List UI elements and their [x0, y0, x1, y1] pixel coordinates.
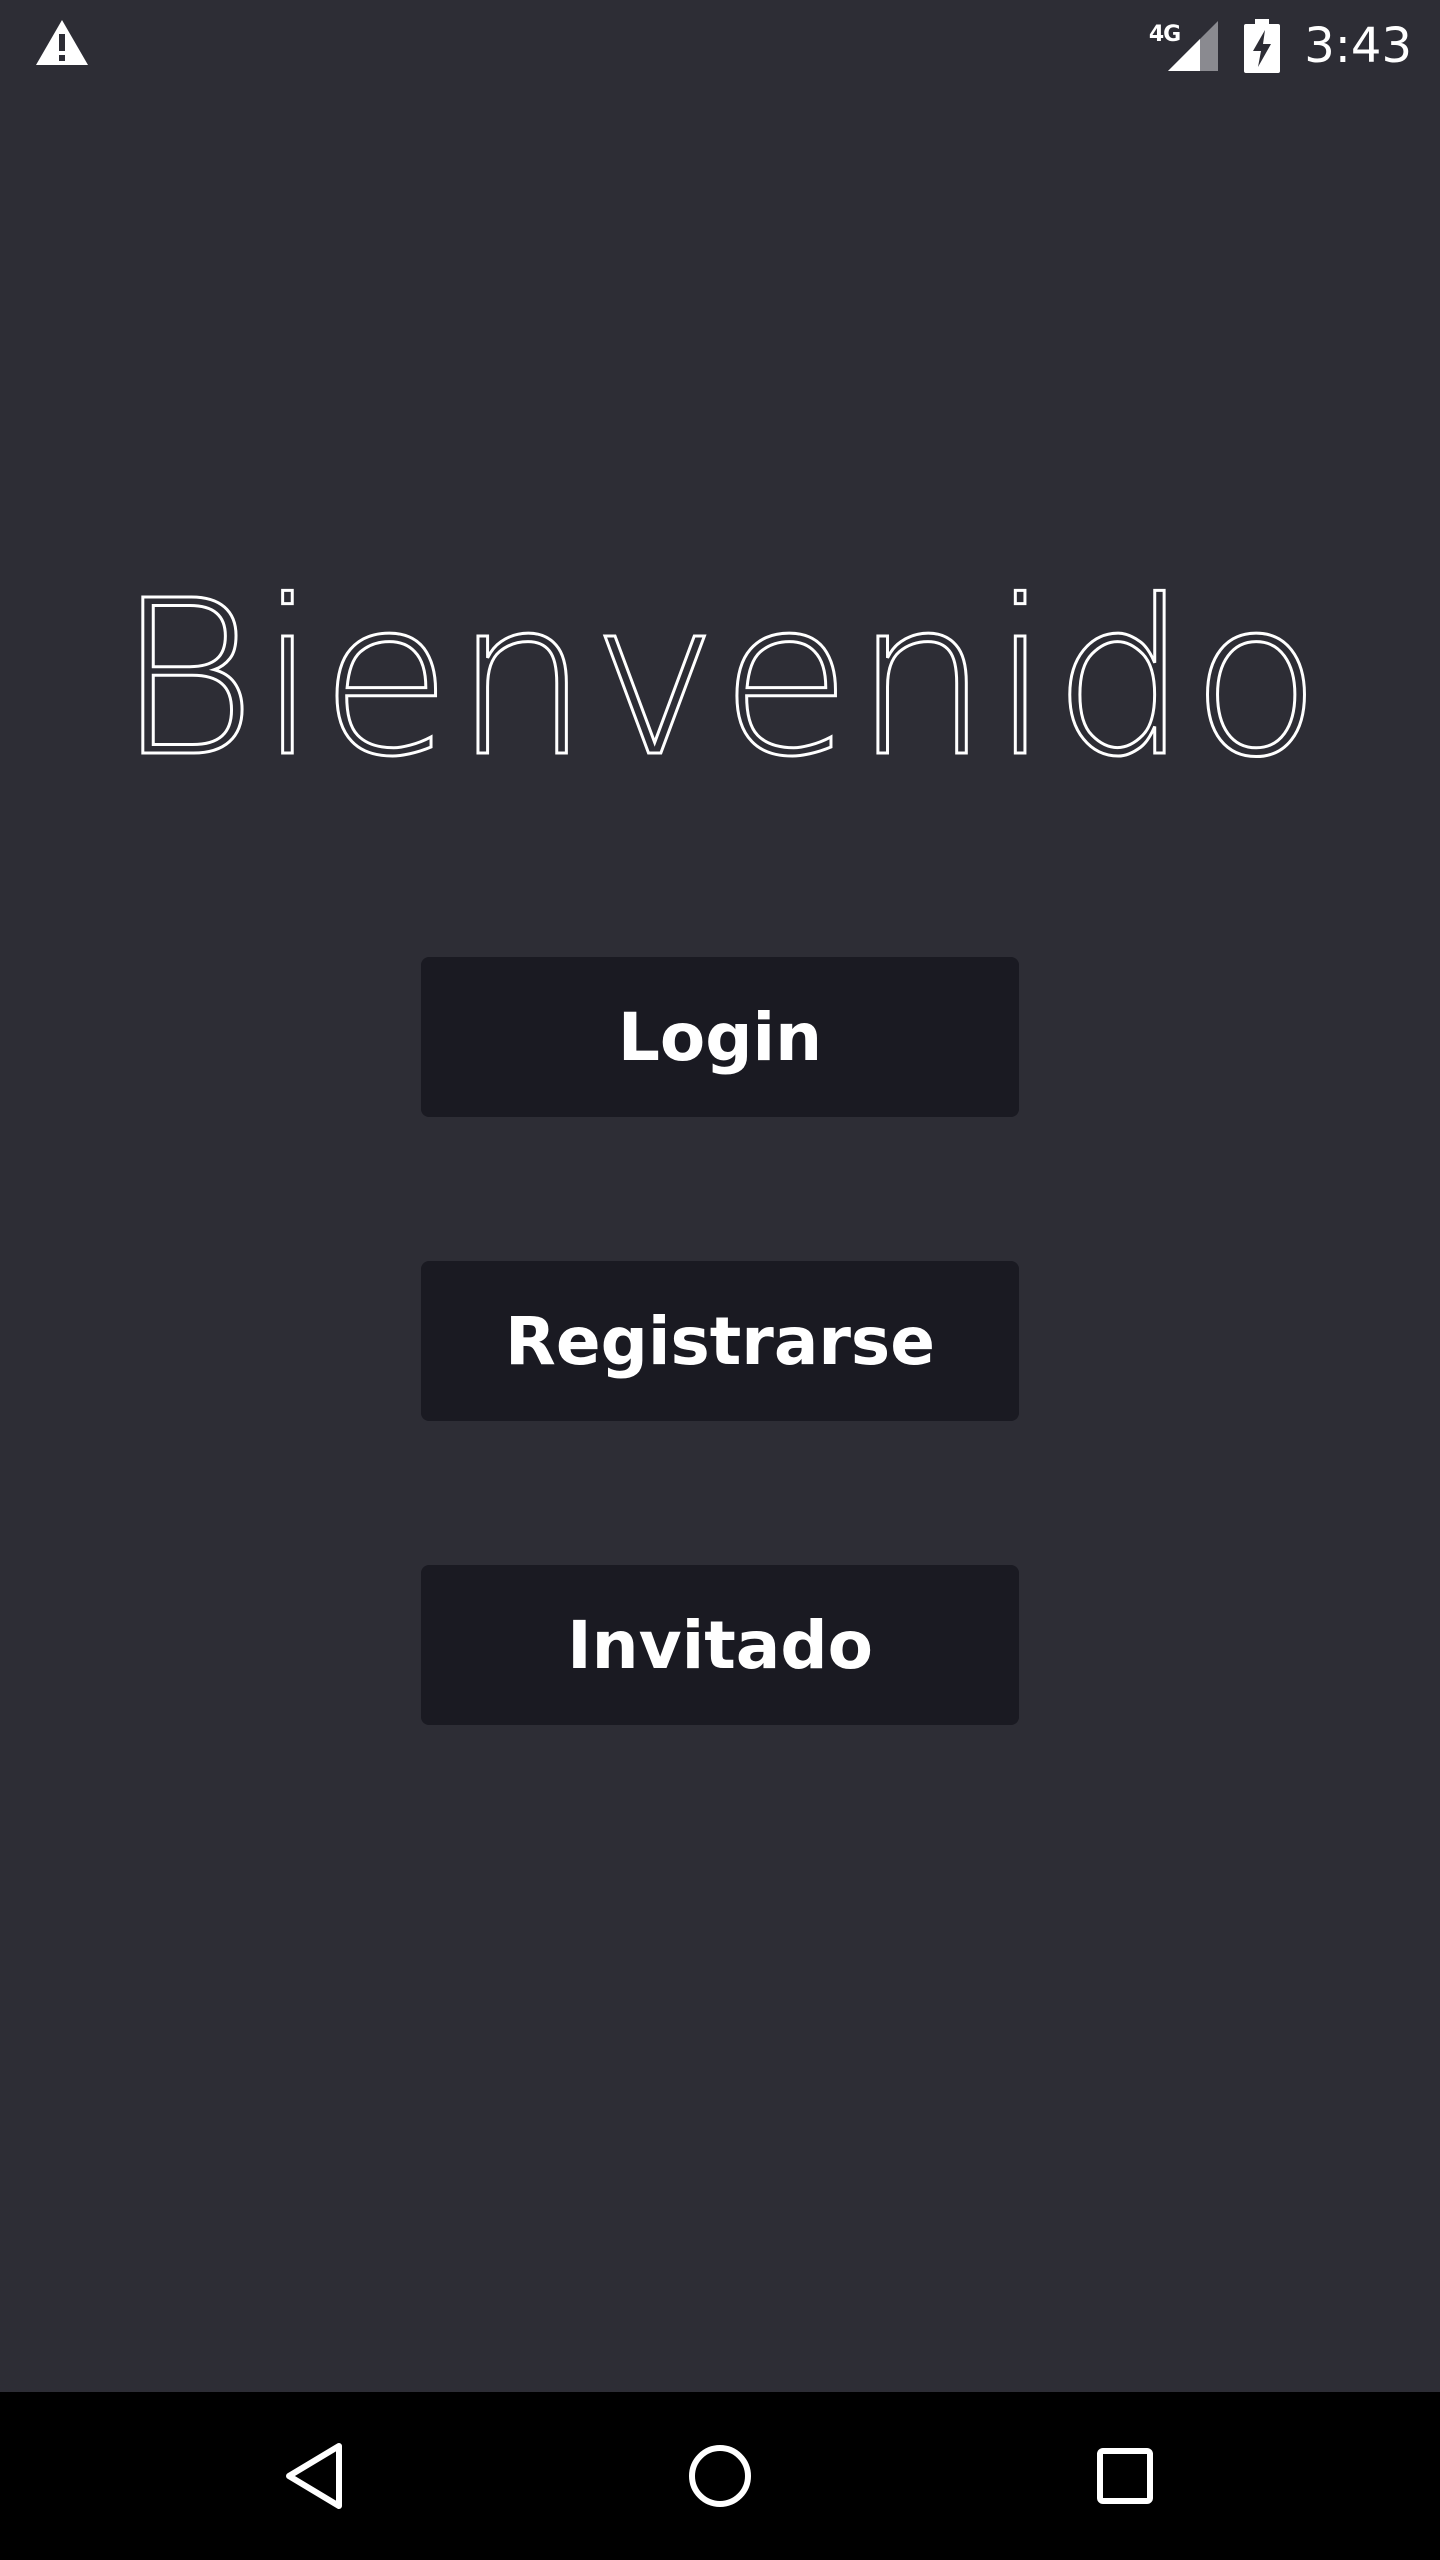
network-type-label: 4G	[1148, 21, 1181, 47]
login-button[interactable]: Login	[421, 957, 1019, 1117]
guest-button-label: Invitado	[567, 1606, 873, 1684]
register-button[interactable]: Registrarse	[421, 1261, 1019, 1421]
navigation-bar	[0, 2392, 1440, 2560]
home-button[interactable]	[640, 2392, 800, 2560]
page-title: Bienvenido	[115, 555, 1324, 804]
home-icon	[689, 2445, 751, 2507]
status-icons: 4G 3:43	[1149, 0, 1412, 92]
recents-icon	[1097, 2448, 1153, 2504]
status-bar: 4G 3:43	[0, 0, 1440, 92]
clock: 3:43	[1304, 18, 1412, 74]
welcome-screen: 4G 3:43 Bienvenido Login Registrarse Inv…	[0, 0, 1440, 2560]
battery-charging-icon	[1244, 19, 1281, 73]
guest-button[interactable]: Invitado	[421, 1565, 1019, 1725]
back-button[interactable]	[235, 2392, 395, 2560]
recents-button[interactable]	[1045, 2392, 1205, 2560]
register-button-label: Registrarse	[505, 1302, 935, 1380]
warning-icon	[36, 20, 88, 65]
login-button-label: Login	[617, 998, 823, 1076]
back-icon	[286, 2443, 342, 2509]
